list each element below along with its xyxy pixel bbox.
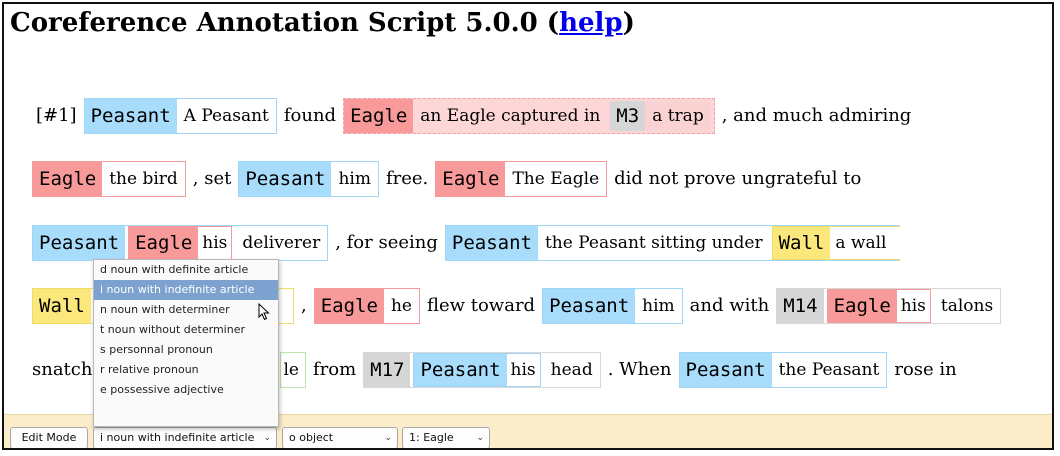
edit-mode-button[interactable]: Edit Mode [10, 427, 88, 448]
paragraph-marker: [#1] [36, 105, 77, 126]
entity-select[interactable]: 1: Eagle ⌄ [402, 427, 490, 448]
edit-mode-label: Edit Mode [21, 431, 77, 444]
entity-label: Peasant [33, 226, 126, 260]
chevron-down-icon: ⌄ [384, 433, 392, 443]
mention-peasant[interactable]: Peasant the Peasant sitting under Wall a… [444, 225, 901, 261]
text-line-2: Eagle the bird , set Peasant him free. E… [32, 159, 865, 199]
mention-wall[interactable]: Wall a wall [771, 226, 901, 260]
title-text: Coreference Annotation Script 5.0.0 ( [10, 8, 560, 38]
mention-text: deliverer [235, 226, 328, 260]
pointer-cursor-icon [258, 303, 270, 321]
entity-label: Peasant [445, 226, 538, 260]
word: from [312, 359, 357, 380]
mention-eagle[interactable]: Eagle his [128, 226, 233, 260]
mention-type-value: i noun with indefinite article [100, 431, 255, 444]
word: did not prove ungrateful to [614, 168, 862, 189]
entity-label: Eagle [344, 99, 414, 133]
mention-text: a trap [645, 101, 711, 131]
mention-text: the Peasant sitting under [537, 226, 770, 260]
mention-text: him [331, 162, 378, 196]
entity-label: Eagle [314, 289, 384, 323]
mention-text: the Peasant [771, 353, 887, 387]
page-title: Coreference Annotation Script 5.0.0 (hel… [10, 6, 635, 40]
role-select[interactable]: o object ⌄ [282, 427, 398, 448]
entity-label: M3 [610, 101, 646, 131]
selected-mention-eagle[interactable]: Eagle an Eagle captured in M3 a trap [343, 98, 715, 134]
mention-peasant[interactable]: Peasant his [413, 353, 541, 387]
word: flew toward [426, 295, 536, 316]
dropdown-option-highlighted[interactable]: i noun with indefinite article [94, 280, 278, 300]
mention-text: him [635, 289, 682, 323]
mention-eagle[interactable]: Eagle he [313, 288, 420, 324]
mention-text: an Eagle captured in [413, 99, 608, 133]
mention-text: le [281, 353, 305, 387]
word: rose in [894, 359, 957, 380]
mention-text: he [383, 289, 419, 323]
role-value: o object [289, 431, 334, 444]
entity-label: Wall [772, 227, 831, 259]
entity-label: Eagle [436, 162, 506, 196]
dropdown-option[interactable]: n noun with determiner [94, 300, 278, 320]
entity-label: Peasant [414, 354, 507, 386]
text-line-1: [#1] Peasant A Peasant found Eagle an Ea… [32, 96, 915, 136]
mention-m3[interactable]: M3 a trap [610, 101, 711, 131]
mention-eagle[interactable]: Eagle The Eagle [435, 161, 608, 197]
mention-m14[interactable]: M14 Eagle his talons [776, 288, 1002, 324]
entity-label: Peasant [239, 162, 332, 196]
entity-label: Eagle [33, 162, 103, 196]
help-link[interactable]: help [559, 8, 623, 38]
mention-text: his [896, 290, 930, 322]
app-frame: Coreference Annotation Script 5.0.0 (hel… [2, 2, 1054, 450]
entity-label: Peasant [543, 289, 636, 323]
dropdown-option[interactable]: r relative pronoun [94, 360, 278, 380]
entity-label: Peasant [84, 99, 177, 133]
entity-label: M17 [364, 353, 411, 387]
mention-text: his [506, 354, 540, 386]
word: , and much admiring [721, 105, 912, 126]
text-line-3: Peasant Eagle his deliverer , for seeing… [32, 223, 903, 263]
entity-label: Wall [33, 289, 91, 323]
chevron-down-icon: ⌄ [476, 433, 484, 443]
mention-text: A Peasant [176, 99, 276, 133]
mention-m17[interactable]: M17 Peasant his head [363, 352, 601, 388]
word: and with [689, 295, 770, 316]
mention-peasant[interactable]: Peasant the Peasant [678, 352, 888, 388]
dropdown-option[interactable]: s personnal pronoun [94, 340, 278, 360]
mention-text: head [543, 353, 600, 387]
mention-type-dropdown-list[interactable]: d noun with definite article i noun with… [93, 259, 279, 427]
chevron-down-icon: ⌄ [263, 433, 271, 443]
entity-value: 1: Eagle [409, 431, 454, 444]
word: . When [607, 359, 672, 380]
mention-peasant[interactable]: Peasant Eagle his deliverer [32, 225, 329, 261]
mention-text: the bird [102, 162, 185, 196]
entity-label: Eagle [827, 290, 897, 322]
dropdown-option[interactable]: t noun without determiner [94, 320, 278, 340]
mention-type-select[interactable]: i noun with indefinite article ⌄ [93, 427, 277, 448]
mention-peasant[interactable]: Peasant A Peasant [83, 98, 277, 134]
word: , [301, 295, 307, 316]
mention-text: a wall [830, 227, 901, 259]
entity-label: Peasant [679, 353, 772, 387]
mention-text: The Eagle [505, 162, 607, 196]
word: found [283, 105, 337, 126]
entity-label: M14 [777, 289, 824, 323]
dropdown-option[interactable]: e possessive adjective [94, 380, 278, 400]
entity-label: Eagle [129, 227, 199, 259]
mention-eagle[interactable]: Eagle the bird [32, 161, 186, 197]
mention-peasant[interactable]: Peasant him [238, 161, 379, 197]
dropdown-option[interactable]: d noun with definite article [94, 260, 278, 280]
title-close-paren: ) [622, 8, 635, 38]
mention-peasant[interactable]: Peasant him [542, 288, 683, 324]
mention-partial[interactable]: le [280, 352, 306, 388]
word: , set [192, 168, 232, 189]
mention-eagle[interactable]: Eagle his [826, 289, 931, 323]
word: free. [385, 168, 429, 189]
word: snatch [32, 359, 93, 380]
word: , for seeing [335, 232, 438, 253]
mention-text: talons [933, 289, 1001, 323]
mention-text: his [198, 227, 232, 259]
